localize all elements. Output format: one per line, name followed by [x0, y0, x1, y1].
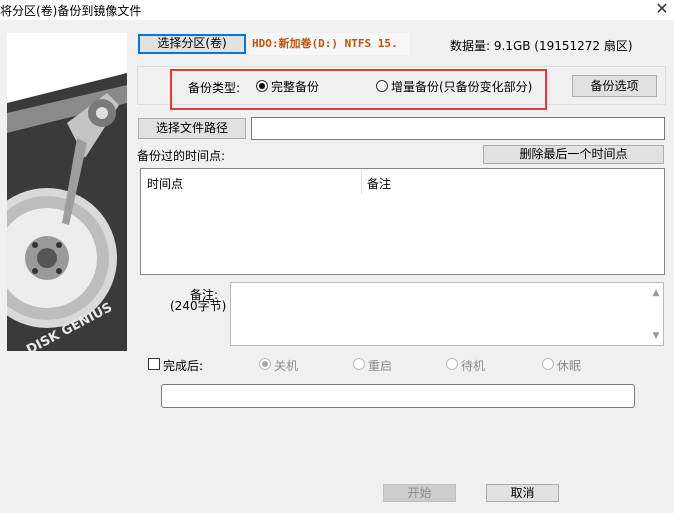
start-button[interactable]: 开始: [383, 484, 456, 502]
cancel-button[interactable]: 取消: [486, 484, 559, 502]
partition-name-display: HDO:新加卷(D:) NTFS 15.: [250, 33, 410, 55]
note-sublabel: (240字节): [170, 299, 227, 313]
scroll-up-icon[interactable]: ▲: [649, 288, 663, 298]
delete-last-timepoint-button[interactable]: 删除最后一个时间点: [483, 145, 664, 164]
file-path-input[interactable]: [251, 117, 665, 140]
hard-disk-illustration: DISK GENIUS: [7, 33, 127, 351]
data-size-label: 数据量: 9.1GB (19151272 扇区): [450, 39, 633, 53]
select-file-path-button[interactable]: 选择文件路径: [138, 118, 246, 139]
scroll-down-icon[interactable]: ▼: [649, 331, 663, 341]
progress-bar: [161, 384, 635, 408]
title-bar: 将分区(卷)备份到镜像文件 ✕: [0, 0, 674, 20]
close-icon[interactable]: ✕: [650, 0, 674, 20]
standby-label[interactable]: 待机: [461, 357, 485, 374]
hibernate-label[interactable]: 休眠: [557, 357, 581, 374]
hibernate-radio[interactable]: [542, 358, 554, 370]
incremental-backup-radio[interactable]: [376, 80, 388, 92]
column-divider[interactable]: [361, 170, 362, 194]
full-backup-label[interactable]: 完整备份: [271, 78, 319, 95]
backup-type-label: 备份类型:: [188, 81, 241, 95]
backup-history-label: 备份过的时间点:: [137, 149, 226, 163]
note-textarea[interactable]: [230, 282, 664, 346]
shutdown-label[interactable]: 关机: [274, 357, 298, 374]
backup-history-list[interactable]: 时间点 备注: [140, 168, 665, 275]
column-header-note[interactable]: 备注: [367, 175, 391, 192]
column-header-timepoint[interactable]: 时间点: [147, 175, 183, 192]
window-title: 将分区(卷)备份到镜像文件: [0, 4, 142, 18]
incremental-backup-label[interactable]: 增量备份(只备份变化部分): [391, 78, 532, 95]
select-partition-button[interactable]: 选择分区(卷): [138, 34, 246, 54]
restart-radio[interactable]: [353, 358, 365, 370]
backup-options-button[interactable]: 备份选项: [572, 75, 657, 97]
shutdown-radio[interactable]: [259, 358, 271, 370]
after-completion-checkbox[interactable]: [148, 358, 160, 370]
restart-label[interactable]: 重启: [368, 357, 392, 374]
disk-genius-image: DISK GENIUS: [7, 33, 127, 351]
full-backup-radio[interactable]: [256, 80, 268, 92]
standby-radio[interactable]: [446, 358, 458, 370]
after-completion-label[interactable]: 完成后:: [163, 357, 203, 374]
